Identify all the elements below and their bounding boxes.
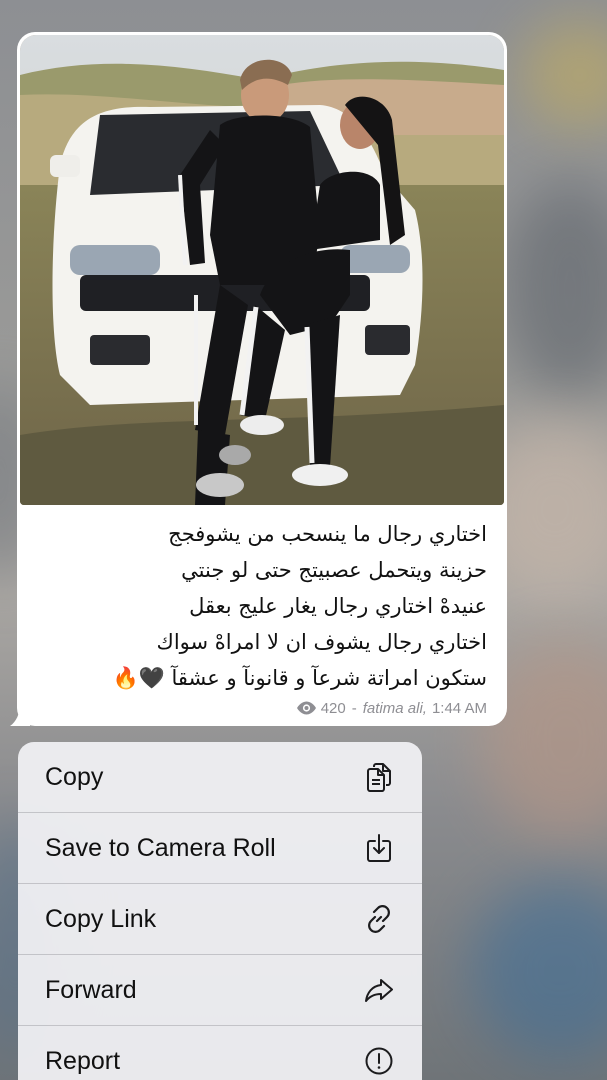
eye-icon bbox=[296, 701, 316, 715]
menu-item-label: Copy bbox=[45, 762, 104, 791]
message-meta: 420 - fatima ali, 1:44 AM bbox=[296, 698, 487, 718]
download-icon bbox=[362, 831, 396, 865]
exclamation-circle-icon bbox=[362, 1044, 396, 1078]
context-menu: Copy Save to Camera Roll Copy Link Forwa… bbox=[18, 742, 422, 1080]
background-blur bbox=[520, 20, 607, 130]
message-caption: اختاري رجال ما ينسحب من يشوفجج حزينة ويت… bbox=[112, 522, 487, 690]
menu-item-label: Report bbox=[45, 1046, 121, 1075]
background-blur bbox=[500, 180, 607, 400]
menu-item-label: Copy Link bbox=[45, 904, 157, 933]
menu-item-forward[interactable]: Forward bbox=[18, 955, 422, 1026]
meta-separator: - bbox=[351, 699, 357, 717]
message-time: 1:44 AM bbox=[431, 699, 487, 717]
copy-icon bbox=[362, 760, 396, 794]
menu-item-report[interactable]: Report bbox=[18, 1026, 422, 1080]
forward-arrow-icon bbox=[362, 973, 396, 1007]
link-icon bbox=[362, 902, 396, 936]
menu-item-copy[interactable]: Copy bbox=[18, 742, 422, 813]
menu-item-label: Forward bbox=[45, 975, 137, 1004]
background-blur bbox=[470, 880, 607, 1060]
menu-item-save-to-camera-roll[interactable]: Save to Camera Roll bbox=[18, 813, 422, 884]
author-signature: fatima ali, bbox=[362, 699, 427, 717]
menu-item-label: Save to Camera Roll bbox=[45, 833, 276, 862]
message-photo[interactable] bbox=[20, 35, 504, 505]
photo-illustration bbox=[20, 35, 504, 505]
message-bubble[interactable]: اختاري رجال ما ينسحب من يشوفجج حزينة ويت… bbox=[17, 32, 507, 726]
menu-item-copy-link[interactable]: Copy Link bbox=[18, 884, 422, 955]
view-count: 420 bbox=[320, 699, 346, 717]
screen: اختاري رجال ما ينسحب من يشوفجج حزينة ويت… bbox=[0, 0, 607, 1080]
